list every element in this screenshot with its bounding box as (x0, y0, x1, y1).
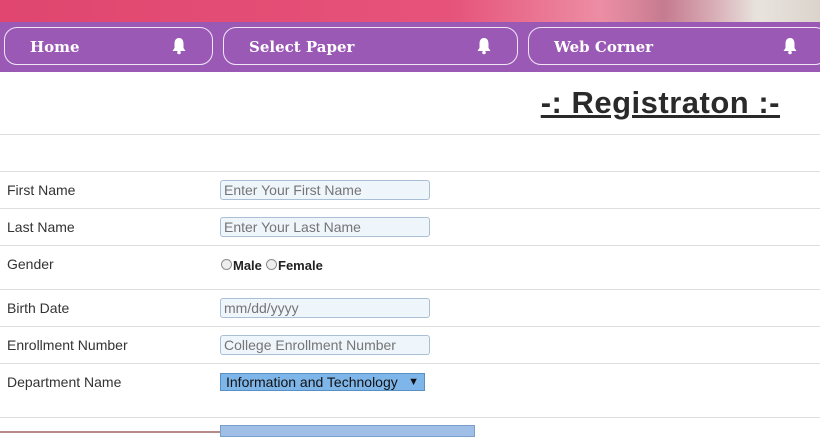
enrollment-input[interactable] (220, 335, 430, 355)
bell-icon (783, 38, 797, 55)
divider (0, 363, 820, 364)
first-name-input[interactable] (220, 180, 430, 200)
bell-icon (477, 38, 491, 55)
birth-date-input[interactable] (220, 298, 430, 318)
divider (0, 289, 820, 290)
last-name-label: Last Name (7, 219, 75, 235)
gender-female-label: Female (278, 258, 323, 273)
divider (0, 208, 820, 209)
divider (0, 326, 820, 327)
bell-icon (172, 38, 186, 55)
first-name-label: First Name (7, 182, 76, 198)
submit-button[interactable] (220, 425, 475, 437)
nav-select-paper-label: Select Paper (249, 38, 355, 56)
last-name-input[interactable] (220, 217, 430, 237)
department-label: Department Name (7, 374, 122, 390)
gender-male-label: Male (233, 258, 262, 273)
nav-home[interactable]: Home (4, 27, 213, 65)
nav-web-corner[interactable]: Web Corner (528, 27, 820, 65)
header-banner (0, 0, 820, 22)
page-title: -: Registraton :- (540, 85, 780, 120)
gender-label: Gender (7, 256, 54, 272)
nav-home-label: Home (30, 38, 80, 56)
department-select[interactable]: Information and Technology ▼ (220, 373, 425, 391)
enrollment-label: Enrollment Number (7, 337, 128, 353)
navbar: Home Select Paper Web Corner (0, 22, 820, 72)
dropdown-arrow-icon: ▼ (408, 376, 419, 388)
department-selected-value: Information and Technology (226, 374, 398, 390)
gender-male-radio[interactable] (221, 259, 232, 270)
birth-date-label: Birth Date (7, 300, 70, 316)
divider (0, 417, 820, 418)
divider (0, 245, 820, 246)
nav-select-paper[interactable]: Select Paper (223, 27, 518, 65)
nav-web-corner-label: Web Corner (554, 38, 654, 56)
divider (0, 171, 820, 172)
divider (0, 134, 820, 135)
gender-female-radio[interactable] (266, 259, 277, 270)
